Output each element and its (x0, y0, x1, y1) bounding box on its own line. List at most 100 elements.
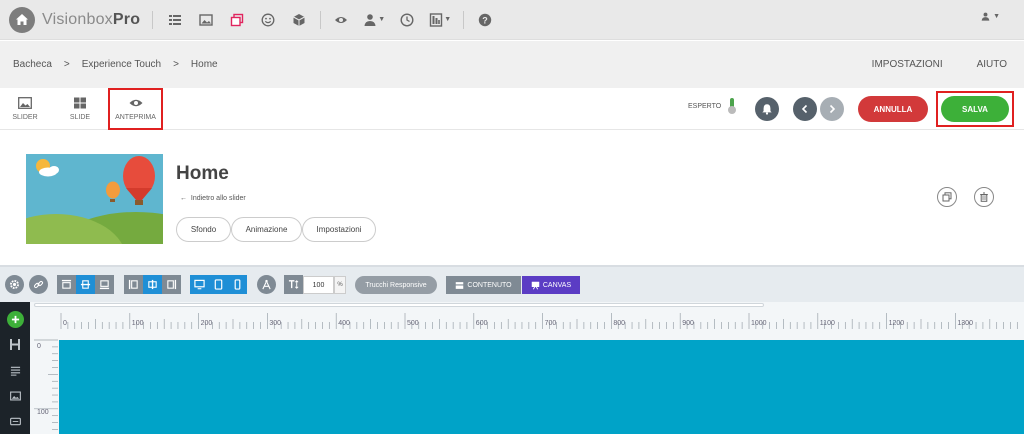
trash-icon (980, 192, 988, 202)
ruler-label: 1000 (751, 320, 767, 327)
breadcrumb-item[interactable]: Bacheca (13, 59, 52, 70)
align-bottom-button[interactable] (95, 275, 114, 294)
text-size-button[interactable] (284, 275, 303, 294)
esperto-toggle[interactable] (728, 98, 736, 116)
ruler-label: 400 (338, 320, 350, 327)
align-left-button[interactable] (124, 275, 143, 294)
divider (463, 10, 465, 29)
next-button[interactable] (820, 97, 844, 121)
plus-icon (11, 315, 20, 324)
zoom-input[interactable]: 100 (303, 276, 334, 294)
delete-button[interactable] (974, 187, 994, 207)
breadcrumb-item[interactable]: Experience Touch (82, 59, 161, 70)
mobile-view-button[interactable] (228, 275, 247, 294)
image-icon[interactable] (194, 8, 218, 32)
device-group (190, 275, 247, 294)
heading-layer-button[interactable] (7, 336, 23, 352)
desktop-view-button[interactable] (190, 275, 209, 294)
annulla-button[interactable]: ANNULLA (858, 96, 928, 122)
ruler-label: 1200 (888, 320, 905, 327)
calculator-icon[interactable]: ▼ (426, 8, 454, 32)
breadcrumb-separator: > (173, 59, 179, 70)
divider (152, 10, 154, 29)
button-layer-button[interactable] (7, 413, 23, 429)
svg-text:?: ? (482, 15, 488, 25)
bell-icon (762, 104, 772, 115)
horizontal-align-group (124, 275, 181, 294)
user-icon (981, 12, 990, 21)
user-tie-icon[interactable]: ▼ (360, 8, 388, 32)
settings-button[interactable] (5, 275, 24, 294)
smile-icon[interactable] (256, 8, 280, 32)
grid-snap-button[interactable] (257, 275, 276, 294)
canvas-label: CANVAS (542, 281, 572, 289)
mobile-icon (234, 279, 241, 290)
esperto-label: ESPERTO (688, 103, 722, 110)
user-menu[interactable]: ▼ (981, 12, 1000, 21)
chevron-down-icon: ▼ (444, 16, 452, 23)
content-icon (456, 281, 464, 289)
add-layer-button[interactable] (7, 311, 24, 328)
mode-slider-button[interactable]: SLIDER (0, 94, 50, 128)
mode-anteprima-button[interactable]: ANTEPRIMA (108, 88, 163, 130)
align-left-icon (128, 279, 138, 290)
tab-animazione[interactable]: Animazione (231, 217, 302, 242)
image-layer-button[interactable] (7, 388, 23, 404)
clock-icon[interactable] (395, 8, 419, 32)
eye-icon[interactable] (329, 8, 353, 32)
help-icon[interactable]: ? (473, 8, 497, 32)
ruler-label: 0 (63, 320, 67, 327)
ruler-label: 0 (37, 343, 41, 350)
editor-toolbar: 100 % Trucchi Responsive CONTENUTO CANVA… (0, 265, 1024, 302)
layer-sidebar (0, 302, 30, 434)
horizontal-ruler: 0 100 200 300 400 500 600 700 800 900 1000 1100 1200… (30, 309, 1024, 329)
notifications-button[interactable] (755, 97, 779, 121)
ruler-label: 200 (200, 320, 213, 327)
salva-button[interactable]: SALVA (941, 96, 1009, 122)
align-center-icon (148, 279, 157, 290)
cube-icon[interactable] (287, 8, 311, 32)
desktop-icon (194, 279, 205, 290)
horizontal-scrollbar[interactable] (34, 303, 764, 307)
link-button[interactable] (29, 275, 48, 294)
align-top-button[interactable] (57, 275, 76, 294)
logo-text: VisionboxPro (42, 10, 141, 28)
canvas-button[interactable]: CANVAS (522, 276, 580, 294)
contenuto-label: CONTENUTO (467, 281, 512, 289)
align-right-icon (167, 279, 177, 290)
back-to-slider-link[interactable]: ← Indietro allo slider (180, 195, 246, 202)
trucchi-responsive-button[interactable]: Trucchi Responsive (355, 276, 437, 294)
slide-thumbnail[interactable] (26, 154, 163, 244)
logo[interactable]: VisionboxPro (9, 6, 141, 33)
impostazioni-link[interactable]: IMPOSTAZIONI (872, 59, 943, 70)
ruler-label: 800 (613, 320, 626, 327)
chevron-down-icon: ▼ (378, 16, 386, 23)
tab-sfondo[interactable]: Sfondo (176, 217, 231, 242)
chevron-right-icon (829, 104, 836, 114)
tab-impostazioni[interactable]: Impostazioni (302, 217, 376, 242)
align-middle-icon (80, 280, 91, 289)
image-icon (9, 391, 21, 401)
ruler-label: 100 (37, 409, 49, 416)
slide-canvas[interactable] (59, 340, 1024, 434)
list-icon[interactable] (163, 8, 187, 32)
mode-slide-button[interactable]: SLIDE (55, 94, 105, 128)
ruler-label: 1300 (957, 320, 973, 327)
arrow-left-icon: ← (180, 195, 187, 202)
align-center-button[interactable] (143, 275, 162, 294)
align-middle-button[interactable] (76, 275, 95, 294)
toggle-knob (728, 106, 736, 114)
button-icon (9, 417, 21, 425)
layers-icon[interactable] (225, 8, 249, 32)
canvas-icon (531, 281, 540, 289)
previous-button[interactable] (793, 97, 817, 121)
text-height-icon (288, 280, 299, 289)
text-layer-button[interactable] (7, 363, 23, 379)
aiuto-link[interactable]: AIUTO (977, 59, 1007, 70)
contenuto-button[interactable]: CONTENUTO (446, 276, 521, 294)
tablet-view-button[interactable] (209, 275, 228, 294)
vertical-align-group (57, 275, 114, 294)
duplicate-button[interactable] (937, 187, 957, 207)
align-right-button[interactable] (162, 275, 181, 294)
grid-icon (74, 97, 86, 109)
